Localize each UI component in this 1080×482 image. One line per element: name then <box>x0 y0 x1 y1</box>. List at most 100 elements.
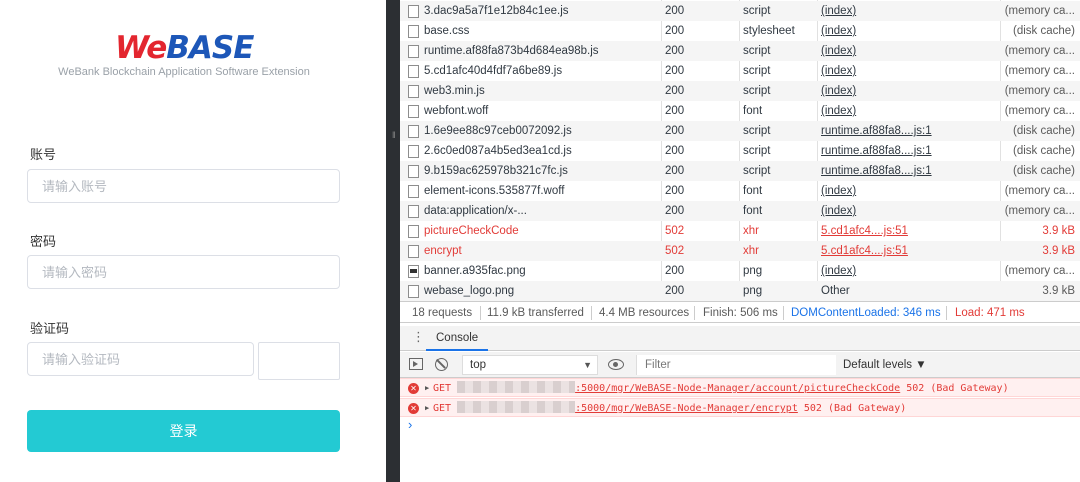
request-initiator: Other <box>821 285 850 297</box>
error-url[interactable]: :5000/mgr/WeBASE-Node-Manager/encrypt <box>575 403 798 414</box>
live-expression-eye-icon[interactable] <box>608 359 624 370</box>
request-status: 200 <box>665 205 685 217</box>
request-size: (memory ca... <box>1004 265 1075 277</box>
clear-console-icon[interactable] <box>435 358 448 371</box>
image-file-icon <box>408 265 419 278</box>
request-size: (memory ca... <box>1004 5 1075 17</box>
redacted-host <box>457 381 576 393</box>
request-initiator[interactable]: (index) <box>821 21 1001 41</box>
request-name: 3.dac9a5a7f1e12b84c1ee.js <box>424 5 569 17</box>
request-status: 200 <box>665 265 685 277</box>
request-status: 200 <box>665 85 685 97</box>
network-request-row[interactable]: 5.cd1afc40d4fdf7a6be89.js 200 script (index… <box>400 61 1080 81</box>
console-error-message[interactable]: ✕ ▶ GET :5000/mgr/WeBASE-Node-Manager/ac… <box>400 378 1080 397</box>
tab-console[interactable]: Console <box>426 326 489 351</box>
network-request-row[interactable]: banner.a935fac.png 200 png (index) (memory c… <box>400 261 1080 281</box>
expand-triangle-icon[interactable]: ▶ <box>425 379 429 398</box>
error-icon: ✕ <box>408 403 419 414</box>
network-request-row[interactable]: 9.b159ac625978b321c7fc.js 200 script runtim… <box>400 161 1080 181</box>
request-initiator[interactable]: (index) <box>821 81 1001 101</box>
request-initiator[interactable]: runtime.af88fa8....js:1 <box>821 121 1001 141</box>
request-status: 502 <box>665 245 685 257</box>
captcha-input[interactable] <box>27 342 254 376</box>
file-icon <box>408 185 419 198</box>
request-status: 200 <box>665 65 685 77</box>
request-status: 200 <box>665 5 685 17</box>
network-request-row[interactable]: data:application/x-... 200 font (index) (mem… <box>400 201 1080 221</box>
network-request-row[interactable]: element-icons.535877f.woff 200 font (index)… <box>400 181 1080 201</box>
captcha-image[interactable] <box>258 342 340 380</box>
request-initiator[interactable]: 5.cd1afc4....js:51 <box>821 221 1001 241</box>
console-toolbar: top ▼ Default levels ▼ <box>400 352 1080 378</box>
drawer-menu-icon[interactable]: ⋮ <box>412 330 425 344</box>
request-type: script <box>743 165 771 177</box>
request-initiator[interactable]: runtime.af88fa8....js:1 <box>821 161 1001 181</box>
request-status: 200 <box>665 185 685 197</box>
expand-triangle-icon[interactable]: ▶ <box>425 399 429 418</box>
summary-separator <box>591 306 592 320</box>
request-status: 200 <box>665 45 685 57</box>
file-icon <box>408 125 419 138</box>
captcha-label: 验证码 <box>30 321 70 336</box>
network-request-row[interactable]: 1.6e9ee88c97ceb0072092.js 200 script runtim… <box>400 121 1080 141</box>
network-request-row[interactable]: pictureCheckCode 502 xhr 5.cd1afc4....js:51… <box>400 221 1080 241</box>
error-icon: ✕ <box>408 383 419 394</box>
request-name: 1.6e9ee88c97ceb0072092.js <box>424 125 572 137</box>
panel-divider[interactable] <box>386 0 400 482</box>
request-size: (memory ca... <box>1004 185 1075 197</box>
request-initiator[interactable]: (index) <box>821 61 1001 81</box>
file-icon <box>408 45 419 58</box>
request-initiator[interactable]: (index) <box>821 261 1001 281</box>
show-sidebar-icon[interactable] <box>409 358 423 370</box>
request-name: web3.min.js <box>424 85 485 97</box>
request-initiator[interactable]: (index) <box>821 201 1001 221</box>
file-icon <box>408 165 419 178</box>
request-initiator[interactable]: runtime.af88fa8....js:1 <box>821 141 1001 161</box>
request-initiator[interactable]: (index) <box>821 1 1001 21</box>
drawer-tab-bar: ⋮ Console <box>400 326 1080 351</box>
request-initiator[interactable]: 5.cd1afc4....js:51 <box>821 241 1001 261</box>
summary-separator <box>694 306 695 320</box>
request-name: encrypt <box>424 245 462 257</box>
request-initiator[interactable]: (index) <box>821 181 1001 201</box>
network-request-row[interactable]: webfont.woff 200 font (index) (memory ca... <box>400 101 1080 121</box>
network-request-row[interactable]: 2.6c0ed087a4b5ed3ea1cd.js 200 script runtim… <box>400 141 1080 161</box>
request-initiator[interactable]: (index) <box>821 41 1001 61</box>
network-request-row[interactable]: webase_logo.png 200 png Other 3.9 kB <box>400 281 1080 301</box>
request-type: png <box>743 265 763 277</box>
request-status: 502 <box>665 225 685 237</box>
request-size: 3.9 kB <box>1042 245 1075 257</box>
request-type: xhr <box>743 225 759 237</box>
summary-separator <box>946 306 947 320</box>
network-request-row[interactable]: web3.min.js 200 script (index) (memory ca... <box>400 81 1080 101</box>
log-levels-dropdown[interactable]: Default levels ▼ <box>843 352 927 378</box>
request-size: (memory ca... <box>1004 105 1075 117</box>
password-input[interactable] <box>27 255 340 289</box>
request-initiator[interactable]: (index) <box>821 101 1001 121</box>
network-request-row[interactable]: encrypt 502 xhr 5.cd1afc4....js:51 3.9 kB <box>400 241 1080 261</box>
console-error-message[interactable]: ✕ ▶ GET :5000/mgr/WeBASE-Node-Manager/en… <box>400 398 1080 417</box>
request-type: font <box>743 105 763 117</box>
console-prompt[interactable]: › <box>408 417 412 432</box>
app-subtitle: WeBank Blockchain Application Software E… <box>58 66 310 78</box>
file-icon <box>408 285 419 298</box>
account-input[interactable] <box>27 169 340 203</box>
request-name: webfont.woff <box>424 105 489 117</box>
request-size: (memory ca... <box>1004 205 1075 217</box>
login-button[interactable]: 登录 <box>27 410 340 452</box>
devtools-panel: 3.dac9a5a7f1e12b84c1ee.js 200 script (index… <box>400 0 1080 482</box>
network-request-row[interactable]: runtime.af88fa873b4d684ea98b.js 200 script… <box>400 41 1080 61</box>
file-icon <box>408 5 419 18</box>
file-icon <box>408 245 419 258</box>
login-panel: WeBASE WeBank Blockchain Application Sof… <box>0 0 386 482</box>
summary-finish: Finish: 506 ms <box>703 307 778 319</box>
request-type: font <box>743 205 763 217</box>
network-request-row[interactable]: base.css 200 stylesheet (index) (disk cache) <box>400 21 1080 41</box>
network-request-row[interactable]: 3.dac9a5a7f1e12b84c1ee.js 200 script (index… <box>400 1 1080 21</box>
error-url[interactable]: :5000/mgr/WeBASE-Node-Manager/account/pi… <box>575 383 900 394</box>
network-summary-bar: 18 requests 11.9 kB transferred 4.4 MB r… <box>400 301 1080 323</box>
request-status: 200 <box>665 145 685 157</box>
console-filter-input[interactable] <box>636 355 836 375</box>
context-selector[interactable]: top ▼ <box>462 355 598 375</box>
request-size: (memory ca... <box>1004 85 1075 97</box>
